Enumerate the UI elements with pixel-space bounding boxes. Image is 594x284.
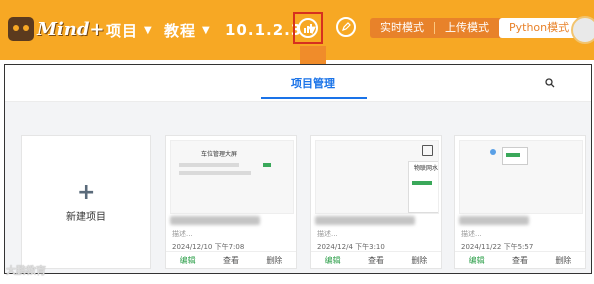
project-name-blurred bbox=[170, 216, 260, 225]
menu-project[interactable]: 项目 ▼ bbox=[106, 16, 153, 44]
mode-upload-button[interactable]: 上传模式 bbox=[435, 18, 499, 38]
thumbnail-row bbox=[179, 163, 239, 167]
chevron-down-icon: ▼ bbox=[144, 24, 153, 36]
mode-python-button[interactable]: Python模式 bbox=[499, 18, 580, 38]
thumbnail-title: 车位管理大屏 bbox=[201, 151, 238, 158]
mode-switch: 实时模式 上传模式 Python模式 bbox=[370, 18, 581, 38]
project-description: 描述... bbox=[461, 230, 482, 238]
project-name-blurred bbox=[315, 216, 415, 225]
pointer-arrow-shaft bbox=[300, 46, 326, 66]
menu-project-label: 项目 bbox=[106, 21, 139, 40]
edit-button[interactable]: 编辑 bbox=[311, 255, 354, 266]
panel-header: 项目管理 bbox=[5, 65, 591, 102]
pencil-icon bbox=[336, 17, 356, 37]
project-manager-button[interactable] bbox=[293, 12, 323, 44]
project-grid: + 新建项目 车位管理大屏 描述... 2024/12/10 下午7:08 编辑… bbox=[5, 102, 591, 273]
chevron-down-icon: ▼ bbox=[202, 24, 211, 36]
plus-icon: + bbox=[77, 180, 96, 205]
project-thumbnail: 车位管理大屏 bbox=[170, 140, 294, 214]
project-description: 描述... bbox=[172, 230, 193, 238]
logo-text: Mind+ bbox=[37, 18, 105, 40]
robot-logo-icon bbox=[8, 17, 34, 41]
project-actions: 编辑 查看 删除 bbox=[311, 251, 441, 268]
thumbnail-green-bar bbox=[506, 153, 520, 157]
edit-button[interactable]: 编辑 bbox=[455, 255, 498, 266]
thumbnail-dot bbox=[490, 149, 496, 155]
thumbnail-green-button bbox=[263, 163, 271, 167]
top-toolbar: Mind+ 项目 ▼ 教程 ▼ 10.1.2.3 ▼ 实时模式 上传模式 Pyt… bbox=[0, 0, 594, 60]
view-button[interactable]: 查看 bbox=[209, 255, 252, 266]
copy-icon[interactable] bbox=[422, 145, 433, 156]
thumbnail-row bbox=[179, 171, 251, 175]
tab-project-management[interactable]: 项目管理 bbox=[259, 75, 367, 91]
project-actions: 编辑 查看 删除 bbox=[166, 251, 296, 268]
dashboard-icon bbox=[298, 18, 318, 38]
thumbnail-title: 物联网水 bbox=[414, 165, 439, 172]
version-label: 10.1.2.3 bbox=[225, 21, 303, 39]
project-actions: 编辑 查看 删除 bbox=[455, 251, 585, 268]
view-button[interactable]: 查看 bbox=[354, 255, 397, 266]
delete-button[interactable]: 删除 bbox=[398, 255, 441, 266]
project-card[interactable]: 车位管理大屏 描述... 2024/12/10 下午7:08 编辑 查看 删除 bbox=[165, 135, 297, 269]
project-thumbnail: 物联网水 bbox=[315, 140, 439, 214]
edit-button[interactable]: 编辑 bbox=[166, 255, 209, 266]
project-management-panel: 项目管理 + 新建项目 车位管理大屏 描述... 2024/12/10 下午7:… bbox=[4, 64, 592, 274]
new-project-card[interactable]: + 新建项目 bbox=[21, 135, 151, 269]
delete-button[interactable]: 删除 bbox=[253, 255, 296, 266]
menu-tutorial[interactable]: 教程 ▼ bbox=[164, 16, 211, 44]
avatar[interactable] bbox=[571, 16, 594, 44]
view-button[interactable]: 查看 bbox=[498, 255, 541, 266]
project-thumbnail bbox=[459, 140, 583, 214]
project-description: 描述... bbox=[317, 230, 338, 238]
search-icon[interactable] bbox=[545, 78, 555, 88]
menu-tutorial-label: 教程 bbox=[164, 21, 197, 40]
delete-button[interactable]: 删除 bbox=[542, 255, 585, 266]
thumbnail-green-bar bbox=[412, 181, 432, 185]
mode-realtime-button[interactable]: 实时模式 bbox=[370, 18, 434, 38]
app-logo: Mind+ bbox=[8, 12, 105, 46]
new-project-label: 新建项目 bbox=[66, 212, 106, 223]
edit-circle-button[interactable] bbox=[332, 13, 360, 41]
watermark: 大鹏教育 bbox=[6, 266, 46, 277]
project-name-blurred bbox=[459, 216, 529, 225]
active-tab-indicator bbox=[261, 97, 367, 99]
project-card[interactable]: 物联网水 描述... 2024/12/4 下午3:10 编辑 查看 删除 bbox=[310, 135, 442, 269]
project-card[interactable]: 描述... 2024/11/22 下午5:57 编辑 查看 删除 bbox=[454, 135, 586, 269]
